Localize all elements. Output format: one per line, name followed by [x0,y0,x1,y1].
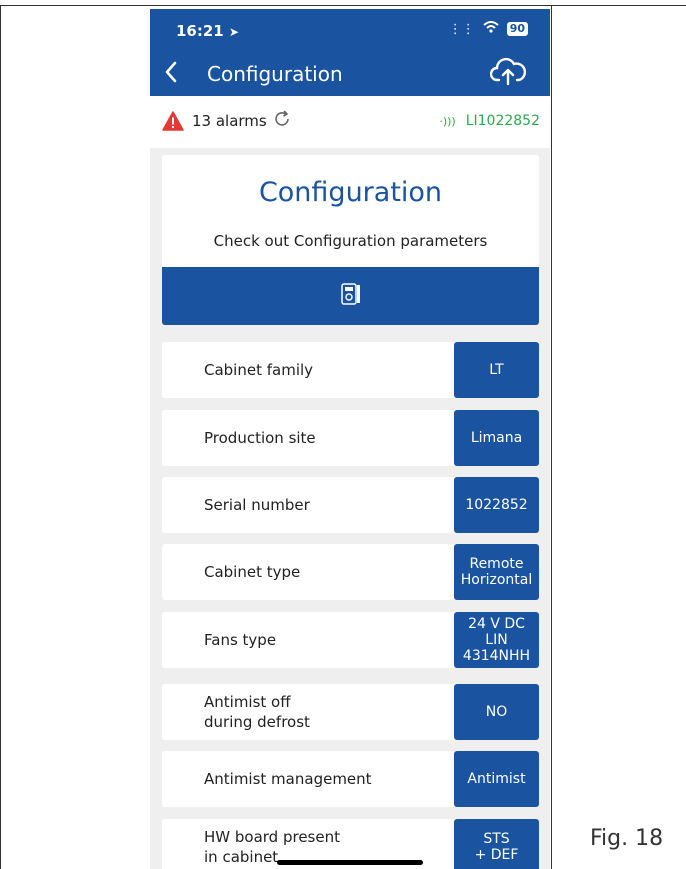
param-value-button[interactable]: Antimist [454,751,539,807]
card-subtitle: Check out Configuration parameters [213,232,488,250]
status-time-text: 16:21 [176,22,224,40]
app-header: 16:21 ➤ ⋮⋮ 90 Configuration [150,9,550,96]
configuration-card: Configuration Check out Configuration pa… [162,155,539,325]
param-value-button[interactable]: Remote Horizontal [454,544,539,600]
battery-indicator: 90 [506,22,528,36]
back-icon[interactable] [164,61,178,88]
device-id: LI1022852 [465,113,540,129]
status-icons: ⋮⋮ 90 [449,21,528,37]
param-value-button[interactable]: 1022852 [454,477,539,533]
refresh-icon[interactable] [272,109,292,134]
param-row[interactable]: Production site Limana [162,410,539,466]
figure-frame-left [0,5,1,869]
config-device-icon [340,282,362,310]
figure-frame-top [0,5,686,6]
param-row[interactable]: Cabinet family LT [162,342,539,398]
alarm-count[interactable]: 13 alarms [192,112,267,130]
param-label: Cabinet family [204,361,314,379]
cloud-upload-icon[interactable] [489,56,527,90]
figure-frame-right [551,5,552,869]
param-value-button[interactable]: Limana [454,410,539,466]
param-row[interactable]: Cabinet type Remote Horizontal [162,544,539,600]
param-value-button[interactable]: NO [454,684,539,740]
param-row[interactable]: Antimist management Antimist [162,751,539,807]
card-title: Configuration [258,177,443,208]
page-title: Configuration [207,62,343,86]
alarm-bar: 13 alarms ·))) LI1022852 [150,96,550,148]
param-row[interactable]: Serial number 1022852 [162,477,539,533]
signal-icon: ⋮⋮ [448,21,475,37]
param-row[interactable]: Antimist off during defrost NO [162,684,539,740]
param-value-button[interactable]: LT [454,342,539,398]
param-label: Antimist management [204,770,372,788]
param-value-button[interactable]: STS + DEF [454,819,539,869]
wifi-icon [483,21,499,37]
param-row[interactable]: Fans type 24 V DC LIN 4314NHH [162,612,539,668]
figure-label: Fig. 18 [590,826,664,851]
param-label: Production site [204,429,316,447]
card-band[interactable] [162,267,539,325]
param-label: Fans type [204,631,277,649]
param-value-button[interactable]: 24 V DC LIN 4314NHH [454,612,539,668]
home-indicator [277,860,423,865]
location-arrow-icon: ➤ [228,25,240,39]
status-time: 16:21 ➤ [176,22,239,40]
param-label: Cabinet type [204,563,301,581]
device-status: ·))) LI1022852 [439,113,540,129]
warning-icon[interactable] [162,111,184,135]
phone-screen: 16:21 ➤ ⋮⋮ 90 Configuration 13 alarms ·)… [150,9,550,869]
connection-icon: ·))) [439,114,456,128]
param-label: Antimist off during defrost [204,693,310,731]
param-label: Serial number [204,496,310,514]
